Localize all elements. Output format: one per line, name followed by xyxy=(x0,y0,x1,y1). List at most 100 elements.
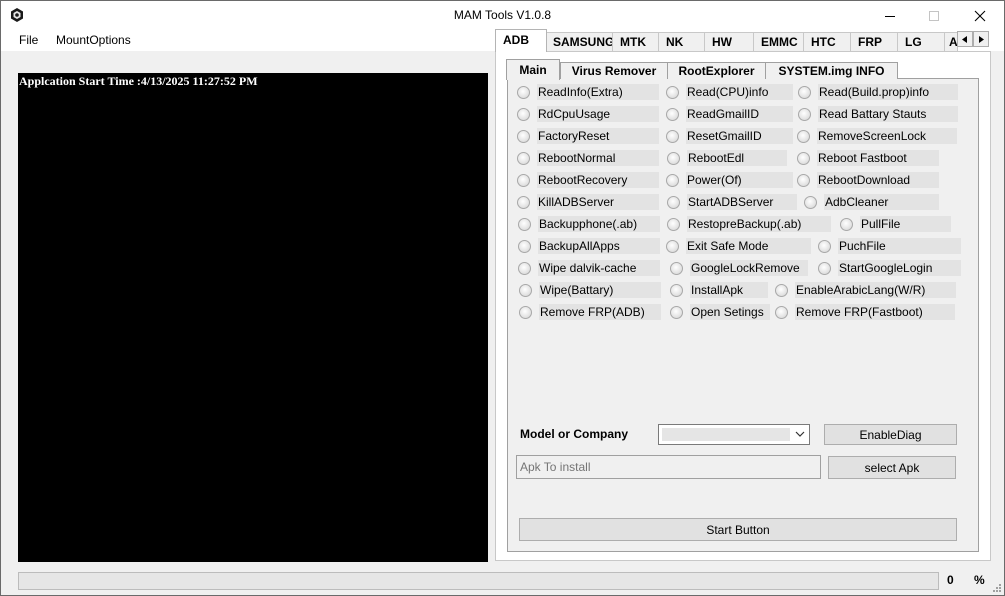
radio-button[interactable] xyxy=(667,151,680,165)
radio-button[interactable] xyxy=(818,261,831,275)
option-label: Reboot Fastboot xyxy=(817,150,939,166)
option-factoryreset[interactable]: FactoryReset xyxy=(517,128,659,144)
option-readgmailid[interactable]: ReadGmailID xyxy=(666,106,793,122)
option-wipe-dalvik-cache[interactable]: Wipe dalvik-cache xyxy=(518,260,660,276)
option-adbcleaner[interactable]: AdbCleaner xyxy=(804,194,939,210)
radio-button[interactable] xyxy=(667,217,680,231)
option-remove-frp-adb[interactable]: Remove FRP(ADB) xyxy=(519,304,661,320)
radio-button[interactable] xyxy=(775,305,788,319)
radio-button[interactable] xyxy=(775,283,788,297)
radio-button[interactable] xyxy=(517,85,530,99)
option-backupphone[interactable]: Backupphone(.ab) xyxy=(518,216,660,232)
tab-frp[interactable]: FRP xyxy=(850,32,898,51)
radio-button[interactable] xyxy=(519,283,532,297)
option-pullfile[interactable]: PullFile xyxy=(840,216,951,232)
radio-button[interactable] xyxy=(797,129,810,143)
tab-samsung[interactable]: SAMSUNG xyxy=(545,32,613,51)
option-resetgmailid[interactable]: ResetGmailID xyxy=(666,128,793,144)
option-reboot-fastboot[interactable]: Reboot Fastboot xyxy=(797,150,939,166)
maximize-button[interactable] xyxy=(911,1,957,30)
option-readinfo-extra[interactable]: ReadInfo(Extra) xyxy=(517,84,659,100)
tab-virus-remover[interactable]: Virus Remover xyxy=(560,62,668,79)
start-button[interactable]: Start Button xyxy=(519,518,957,541)
option-rebootnormal[interactable]: RebootNormal xyxy=(517,150,659,166)
radio-button[interactable] xyxy=(518,239,531,253)
menu-file[interactable]: File xyxy=(17,33,40,47)
resize-grip-icon[interactable] xyxy=(992,583,1002,593)
minimize-button[interactable] xyxy=(867,1,913,30)
radio-button[interactable] xyxy=(517,129,530,143)
option-rebootdownload[interactable]: RebootDownload xyxy=(797,172,939,188)
option-label: Read(Build.prop)info xyxy=(818,84,958,100)
option-read-build-prop-info[interactable]: Read(Build.prop)info xyxy=(798,84,958,100)
option-rebootrecovery[interactable]: RebootRecovery xyxy=(517,172,659,188)
option-backupallapps[interactable]: BackupAllApps xyxy=(518,238,660,254)
option-power-of[interactable]: Power(Of) xyxy=(666,172,793,188)
option-label: Wipe(Battary) xyxy=(539,282,661,298)
option-rebootedl[interactable]: RebootEdl xyxy=(667,150,787,166)
tab-scroll-right-button[interactable] xyxy=(973,31,989,47)
option-puchfile[interactable]: PuchFile xyxy=(818,238,961,254)
radio-button[interactable] xyxy=(666,129,679,143)
radio-button[interactable] xyxy=(797,151,810,165)
radio-button[interactable] xyxy=(666,85,679,99)
option-rdcpuusage[interactable]: RdCpuUsage xyxy=(517,106,659,122)
radio-button[interactable] xyxy=(666,173,679,187)
radio-button[interactable] xyxy=(804,195,817,209)
radio-button[interactable] xyxy=(666,239,679,253)
close-button[interactable] xyxy=(957,1,1003,30)
option-startgooglelogin[interactable]: StartGoogleLogin xyxy=(818,260,961,276)
apk-path-input[interactable] xyxy=(516,455,821,479)
radio-button[interactable] xyxy=(667,195,680,209)
tab-more[interactable]: A xyxy=(944,32,958,51)
tab-main[interactable]: Main xyxy=(506,59,560,80)
option-wipe-battary[interactable]: Wipe(Battary) xyxy=(519,282,661,298)
log-console[interactable]: Applcation Start Time :4/13/2025 11:27:5… xyxy=(18,73,488,562)
radio-button[interactable] xyxy=(519,305,532,319)
radio-button[interactable] xyxy=(518,217,531,231)
option-removescreenlock[interactable]: RemoveScreenLock xyxy=(797,128,957,144)
option-startadbserver[interactable]: StartADBServer xyxy=(667,194,797,210)
tab-system-img-info[interactable]: SYSTEM.img INFO xyxy=(765,62,898,79)
option-enablearabiclang[interactable]: EnableArabicLang(W/R) xyxy=(775,282,956,298)
option-open-setings[interactable]: Open Setings xyxy=(670,304,770,320)
radio-button[interactable] xyxy=(840,217,853,231)
radio-button[interactable] xyxy=(670,305,683,319)
radio-button[interactable] xyxy=(818,239,831,253)
tab-adb[interactable]: ADB xyxy=(495,29,547,52)
tab-mtk[interactable]: MTK xyxy=(612,32,659,51)
enable-diag-button[interactable]: EnableDiag xyxy=(824,424,957,445)
option-googlelockremove[interactable]: GoogleLockRemove xyxy=(670,260,808,276)
radio-button[interactable] xyxy=(517,173,530,187)
tab-hw[interactable]: HW xyxy=(704,32,754,51)
option-killadbserver[interactable]: KillADBServer xyxy=(517,194,659,210)
select-apk-button[interactable]: select Apk xyxy=(828,456,956,479)
option-read-cpu-info[interactable]: Read(CPU)info xyxy=(666,84,793,100)
tab-lg[interactable]: LG xyxy=(897,32,945,51)
option-label: BackupAllApps xyxy=(538,238,660,254)
radio-button[interactable] xyxy=(798,85,811,99)
model-company-select[interactable] xyxy=(658,424,810,445)
radio-button[interactable] xyxy=(666,107,679,121)
radio-button[interactable] xyxy=(518,261,531,275)
option-exit-safe-mode[interactable]: Exit Safe Mode xyxy=(666,238,811,254)
radio-button[interactable] xyxy=(517,151,530,165)
radio-button[interactable] xyxy=(517,195,530,209)
option-remove-frp-fastboot[interactable]: Remove FRP(Fastboot) xyxy=(775,304,955,320)
radio-button[interactable] xyxy=(797,173,810,187)
tab-root-explorer[interactable]: RootExplorer xyxy=(667,62,766,79)
radio-button[interactable] xyxy=(517,107,530,121)
radio-button[interactable] xyxy=(670,261,683,275)
tab-emmc[interactable]: EMMC xyxy=(753,32,804,51)
radio-button[interactable] xyxy=(670,283,683,297)
option-label: ReadGmailID xyxy=(686,106,793,122)
radio-button[interactable] xyxy=(798,107,811,121)
option-read-battary-stauts[interactable]: Read Battary Stauts xyxy=(798,106,958,122)
title-bar[interactable]: MAM Tools V1.0.8 xyxy=(1,1,1004,30)
tab-htc[interactable]: HTC xyxy=(803,32,851,51)
option-restopre-backup[interactable]: RestopreBackup(.ab) xyxy=(667,216,831,232)
menu-mount-options[interactable]: MountOptions xyxy=(54,33,133,47)
option-installapk[interactable]: InstallApk xyxy=(670,282,768,298)
tab-nk[interactable]: NK xyxy=(658,32,705,51)
tab-scroll-left-button[interactable] xyxy=(957,31,973,47)
